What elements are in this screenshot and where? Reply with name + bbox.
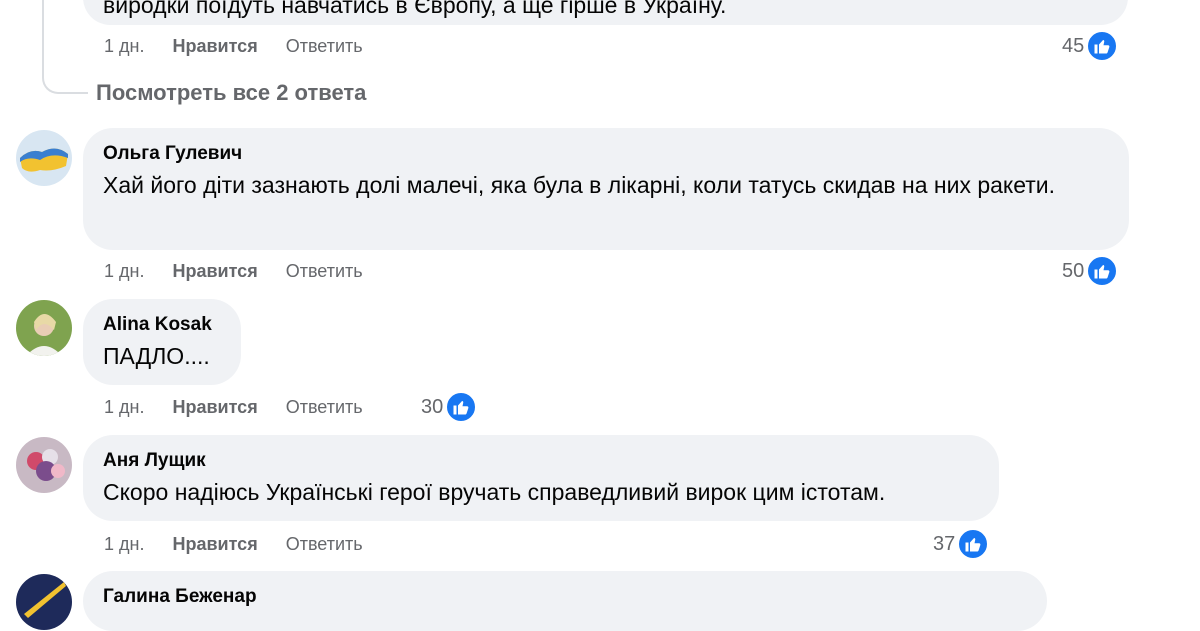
comment-actions: 1 дн. Нравится Ответить — [104, 32, 391, 60]
avatar[interactable] — [16, 300, 72, 356]
comment-author[interactable]: Ольга Гулевич — [103, 142, 1109, 166]
reaction-number: 50 — [1062, 259, 1085, 282]
avatar[interactable] — [16, 574, 72, 630]
comment-bubble: Ольга Гулевич Хай його діти зазнають дол… — [83, 128, 1129, 250]
avatar[interactable] — [16, 130, 72, 186]
comment-time[interactable]: 1 дн. — [104, 36, 144, 57]
comment-text: Хай його діти зазнають долі малечі, яка … — [103, 172, 1056, 198]
avatar[interactable] — [16, 437, 72, 493]
reply-button[interactable]: Ответить — [286, 36, 363, 57]
reply-thread-line — [42, 0, 88, 94]
reaction-count[interactable]: 30 — [421, 390, 478, 424]
comment-bubble: Галина Беженар — [83, 571, 1047, 631]
comment-text: виродки поїдуть навчатись в Європу, а ще… — [103, 0, 727, 18]
comment-bubble-top: виродки поїдуть навчатись в Європу, а ще… — [83, 0, 1128, 25]
like-thumbs-up-icon — [1086, 255, 1119, 287]
reply-button[interactable]: Ответить — [286, 397, 363, 418]
like-thumbs-up-icon — [957, 528, 990, 560]
reply-button[interactable]: Ответить — [286, 534, 363, 555]
reply-button[interactable]: Ответить — [286, 261, 363, 282]
comment-time[interactable]: 1 дн. — [104, 261, 144, 282]
reaction-count[interactable]: 50 — [1062, 254, 1119, 288]
reaction-number: 45 — [1062, 34, 1085, 57]
comment-actions: 1 дн. Нравится Ответить — [104, 530, 391, 558]
comment-text: ПАДЛО.... — [103, 343, 210, 369]
like-button[interactable]: Нравится — [172, 534, 257, 555]
comment-time[interactable]: 1 дн. — [104, 534, 144, 555]
like-button[interactable]: Нравится — [172, 261, 257, 282]
comment-author[interactable]: Alina Kosak — [103, 313, 221, 337]
comment-bubble: Alina Kosak ПАДЛО.... — [83, 299, 241, 385]
like-button[interactable]: Нравится — [172, 397, 257, 418]
reaction-number: 37 — [933, 532, 956, 555]
comment-actions: 1 дн. Нравится Ответить — [104, 393, 391, 421]
view-replies-link[interactable]: Посмотреть все 2 ответа — [96, 80, 366, 106]
comment-actions: 1 дн. Нравится Ответить — [104, 257, 391, 285]
like-thumbs-up-icon — [445, 391, 478, 423]
reaction-count[interactable]: 45 — [1062, 29, 1119, 63]
comment-author[interactable]: Галина Беженар — [103, 585, 1027, 609]
reaction-count[interactable]: 37 — [933, 527, 990, 561]
comment-text: Скоро надіюсь Українські герої вручать с… — [103, 479, 886, 505]
like-thumbs-up-icon — [1086, 30, 1119, 62]
comment-bubble: Аня Лущик Скоро надіюсь Українські герої… — [83, 435, 999, 521]
comment-author[interactable]: Аня Лущик — [103, 449, 979, 473]
comment-time[interactable]: 1 дн. — [104, 397, 144, 418]
reaction-number: 30 — [421, 395, 444, 418]
like-button[interactable]: Нравится — [172, 36, 257, 57]
